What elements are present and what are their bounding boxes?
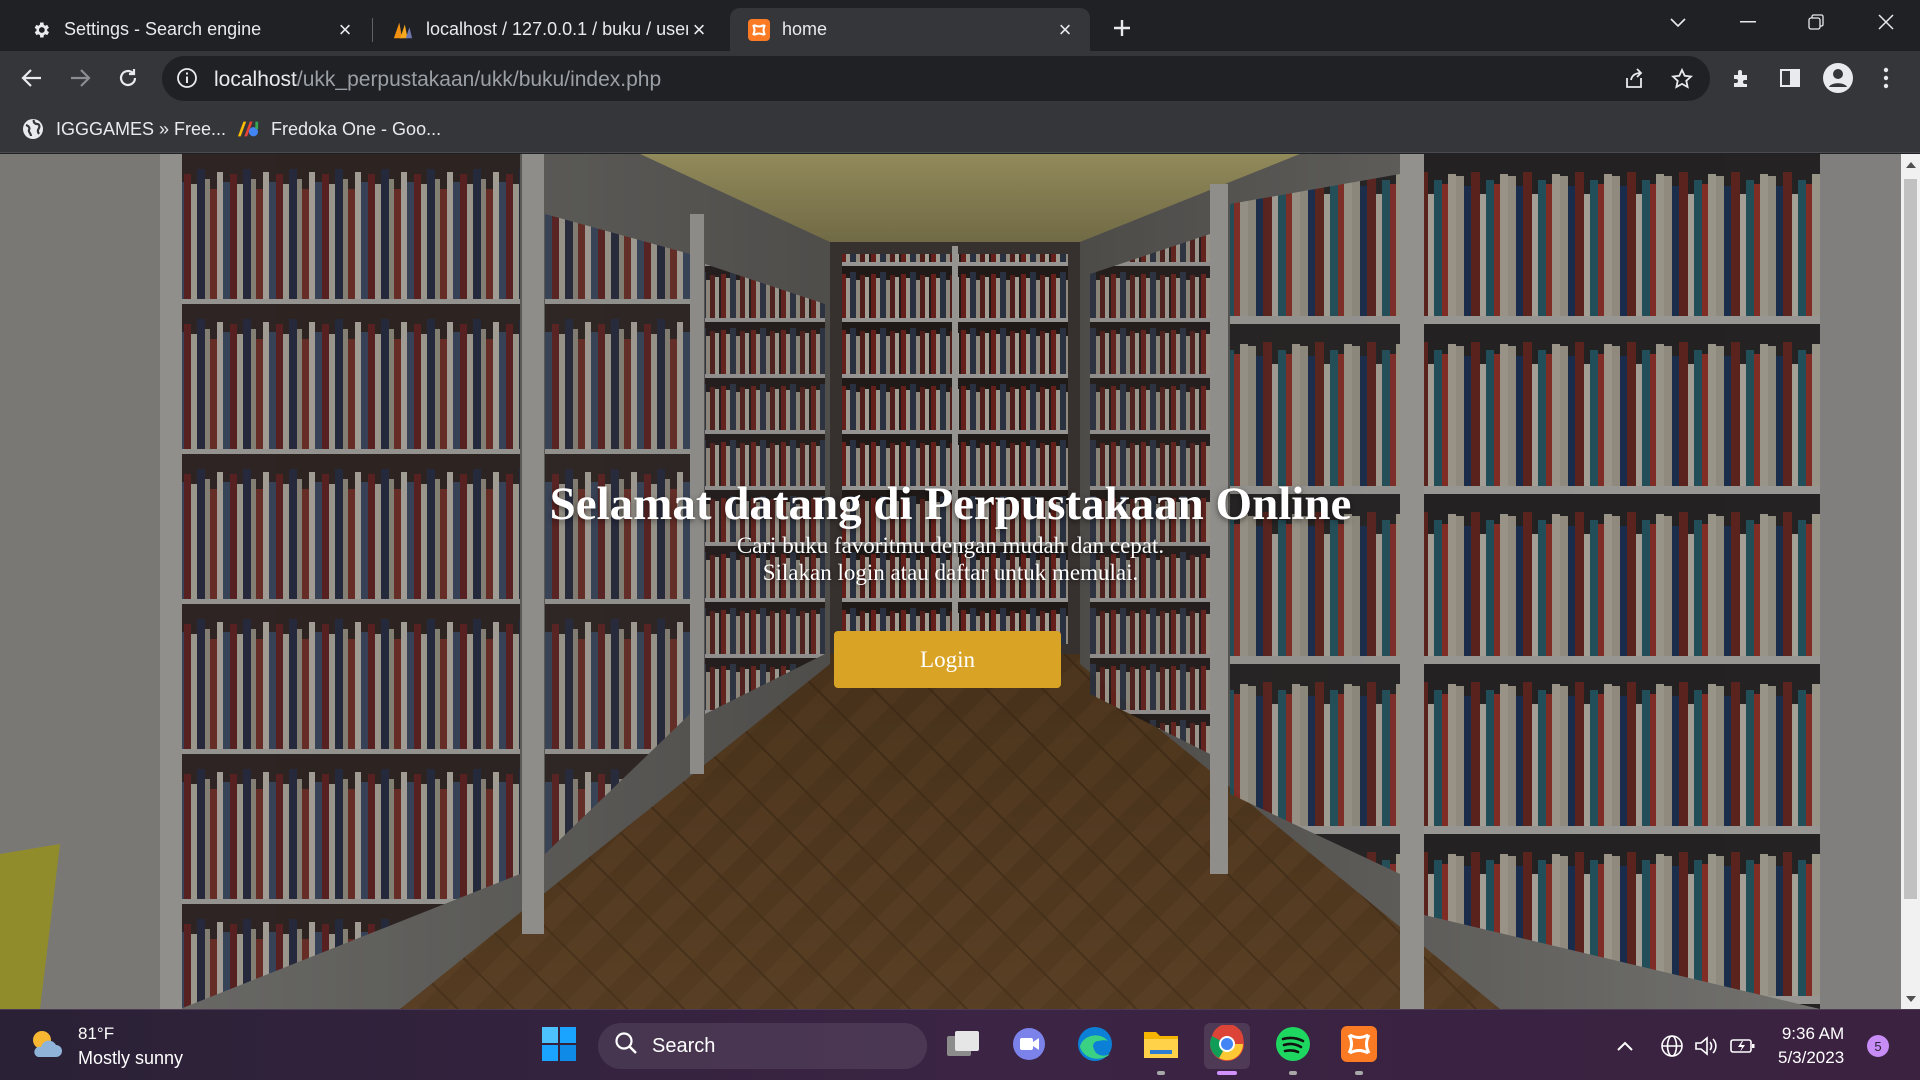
- clock-date: 5/3/2023: [1778, 1048, 1845, 1067]
- running-indicator: [1355, 1071, 1363, 1075]
- active-indicator: [1217, 1071, 1237, 1075]
- xampp-icon: [748, 18, 770, 41]
- tab-settings[interactable]: Settings - Search engine ×: [12, 8, 370, 51]
- partly-sunny-icon: [28, 1027, 64, 1066]
- notification-badge[interactable]: 5: [1867, 1035, 1889, 1057]
- tab-strip: Settings - Search engine × localhost / 1…: [0, 0, 1920, 51]
- minimize-button[interactable]: [1718, 0, 1778, 44]
- menu-kebab-icon[interactable]: [1868, 60, 1904, 96]
- gear-icon: [30, 19, 52, 41]
- hero-subtitle-line-2: Silakan login atau daftar untuk memulai.: [762, 560, 1139, 585]
- chrome-button[interactable]: [1204, 1023, 1250, 1075]
- url-text: localhost/ukk_perpustakaan/ukk/buku/inde…: [214, 68, 662, 91]
- search-icon: [614, 1031, 638, 1061]
- running-indicator: [1157, 1071, 1165, 1075]
- share-icon[interactable]: [1619, 64, 1649, 94]
- bookmark-label: IGGGAMES » Free...: [56, 118, 227, 139]
- file-explorer-icon: [1142, 1028, 1180, 1065]
- search-label: Search: [652, 1034, 716, 1057]
- language-globe-icon[interactable]: [1659, 1033, 1685, 1059]
- hero-content: Selamat datang di Perpustakaan Online Ca…: [0, 476, 1901, 586]
- page-viewport: Selamat datang di Perpustakaan Online Ca…: [0, 154, 1901, 1009]
- close-tab-icon[interactable]: ×: [688, 17, 710, 42]
- bookmark-fredoka-one[interactable]: Fredoka One - Goo...: [237, 115, 441, 143]
- hero-subtitle-line-1: Cari buku favoritmu dengan mudah dan cep…: [736, 533, 1165, 558]
- google-fonts-icon: [237, 118, 259, 140]
- edge-icon: [1076, 1025, 1114, 1068]
- taskbar-search[interactable]: Search: [598, 1023, 927, 1069]
- weather-widget[interactable]: 81°F Mostly sunny: [28, 1022, 183, 1070]
- weather-description: Mostly sunny: [78, 1048, 184, 1068]
- tab-title: localhost / 127.0.0.1 / buku / user: [426, 19, 688, 39]
- browser-toolbar: localhost/ukk_perpustakaan/ukk/buku/inde…: [0, 51, 1920, 106]
- forward-button[interactable]: [61, 59, 99, 97]
- site-info-icon[interactable]: [176, 67, 200, 91]
- edge-button[interactable]: [1072, 1023, 1118, 1069]
- login-button[interactable]: Login: [834, 631, 1061, 688]
- teams-chat-icon: [1011, 1026, 1047, 1067]
- task-view-button[interactable]: [940, 1023, 986, 1069]
- volume-icon[interactable]: [1694, 1033, 1720, 1059]
- clock-time: 9:36 AM: [1781, 1024, 1845, 1043]
- task-view-icon: [945, 1029, 981, 1064]
- close-window-button[interactable]: [1856, 0, 1916, 44]
- extensions-icon[interactable]: [1724, 60, 1760, 96]
- start-button[interactable]: [536, 1023, 582, 1069]
- scroll-up-arrow-icon[interactable]: [1901, 156, 1920, 173]
- phpmyadmin-icon: [392, 19, 414, 41]
- close-tab-icon[interactable]: ×: [334, 17, 356, 42]
- xampp-icon: [1341, 1025, 1377, 1067]
- battery-charging-icon[interactable]: [1730, 1033, 1756, 1059]
- close-tab-icon[interactable]: ×: [1054, 17, 1076, 42]
- bookmarks-bar: IGGGAMES » Free... Fredoka One - Goo...: [0, 106, 1920, 153]
- hero-section: Selamat datang di Perpustakaan Online Ca…: [0, 154, 1901, 1009]
- globe-icon: [22, 118, 44, 140]
- weather-temperature: 81°F: [78, 1024, 115, 1043]
- windows-taskbar: 81°F Mostly sunny Search 9:36 AM 5/3/202…: [0, 1009, 1920, 1080]
- teams-chat-button[interactable]: [1006, 1023, 1052, 1069]
- tab-title: Settings - Search engine: [64, 19, 262, 39]
- chrome-icon: [1208, 1023, 1246, 1068]
- windows-start-icon: [541, 1026, 577, 1067]
- new-tab-button[interactable]: [1106, 12, 1138, 44]
- tab-home[interactable]: home ×: [730, 8, 1090, 51]
- tab-search-chevron-icon[interactable]: [1648, 0, 1708, 44]
- tray-overflow-chevron-icon[interactable]: [1612, 1033, 1638, 1059]
- tab-title: home: [782, 19, 828, 39]
- bookmark-star-icon[interactable]: [1667, 64, 1697, 94]
- running-indicator: [1289, 1071, 1297, 1075]
- back-button[interactable]: [13, 59, 51, 97]
- bookmark-label: Fredoka One - Goo...: [271, 118, 442, 139]
- page-scrollbar[interactable]: [1901, 154, 1920, 1009]
- side-panel-icon[interactable]: [1772, 60, 1808, 96]
- page-title: Selamat datang di Perpustakaan Online: [549, 478, 1352, 530]
- reload-button[interactable]: [109, 59, 147, 97]
- tab-divider: [372, 18, 373, 42]
- xampp-button[interactable]: [1336, 1023, 1382, 1075]
- bookmark-igggames[interactable]: IGGGAMES » Free...: [22, 115, 226, 143]
- scroll-down-arrow-icon[interactable]: [1901, 990, 1920, 1007]
- spotify-button[interactable]: [1270, 1023, 1316, 1075]
- system-clock[interactable]: 9:36 AM 5/3/2023: [1778, 1022, 1844, 1070]
- profile-avatar-icon[interactable]: [1820, 60, 1856, 96]
- spotify-icon: [1274, 1025, 1312, 1068]
- restore-button[interactable]: [1786, 0, 1846, 44]
- tab-phpmyadmin[interactable]: localhost / 127.0.0.1 / buku / user ×: [374, 8, 724, 51]
- scrollbar-thumb[interactable]: [1904, 179, 1917, 899]
- file-explorer-button[interactable]: [1138, 1023, 1184, 1075]
- address-bar[interactable]: localhost/ukk_perpustakaan/ukk/buku/inde…: [162, 56, 1710, 101]
